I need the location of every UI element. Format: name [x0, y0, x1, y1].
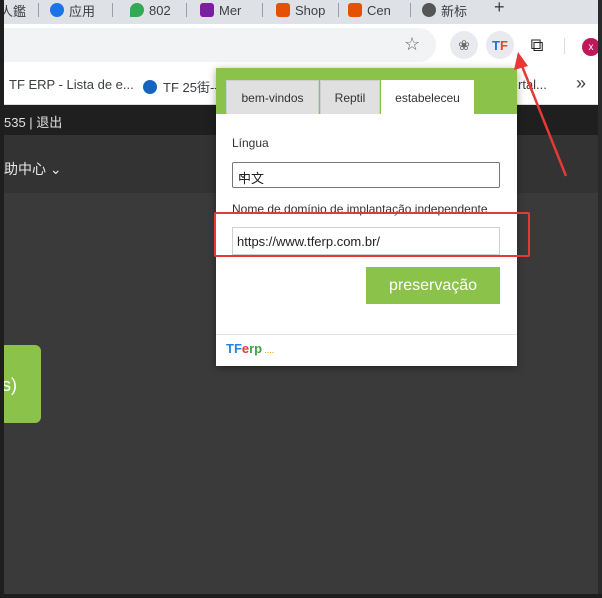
- maps-pin-icon: [130, 3, 144, 17]
- bookmarks-overflow-button[interactable]: »: [576, 73, 586, 94]
- domain-input[interactable]: [232, 227, 500, 255]
- window-frame-right: [598, 0, 602, 598]
- bookmark-label: rtal...: [518, 77, 547, 92]
- help-center-menu[interactable]: 助中心 ⌄: [4, 159, 62, 179]
- save-button-label: preservação: [388, 276, 478, 294]
- window-frame-left: [0, 0, 4, 598]
- bookmark-label: TF 25街--: [163, 80, 219, 95]
- toolbar-separator: [564, 38, 565, 54]
- tab-label: Reptil: [334, 90, 366, 105]
- browser-tab[interactable]: 应用: [50, 0, 104, 20]
- plus-icon: +: [494, 0, 505, 17]
- tab-label: bem-vindos: [241, 90, 304, 105]
- bookmark-favicon-icon: [143, 79, 157, 94]
- tab-reptile[interactable]: Reptil: [320, 80, 380, 114]
- popup-divider: [216, 334, 517, 335]
- address-bar[interactable]: [0, 28, 436, 62]
- tab-separator: [262, 3, 263, 17]
- green-card[interactable]: s): [0, 345, 41, 423]
- github-icon: [422, 3, 436, 17]
- tab-label: Cen: [367, 2, 391, 18]
- extension-popup: bem-vindos Reptil estabeleceu Língua 中文 …: [216, 68, 517, 366]
- logo-tf: TF: [226, 341, 242, 356]
- domain-label: Nome de domínio de implantação independe…: [232, 202, 488, 216]
- tab-separator: [112, 3, 113, 17]
- tab-label: 802: [149, 2, 171, 18]
- new-tab-button[interactable]: +: [494, 0, 510, 17]
- popup-tabs-bar: bem-vindos Reptil estabeleceu: [216, 68, 517, 114]
- language-label: Língua: [232, 136, 269, 150]
- shop-favicon-icon: [348, 3, 362, 17]
- bookmark-item[interactable]: rtal...: [518, 77, 547, 92]
- shop-favicon-icon: [276, 3, 290, 17]
- logo-dots: ....: [264, 345, 275, 355]
- browser-tab[interactable]: Shop: [276, 0, 330, 20]
- tf-logo-f: F: [500, 37, 508, 53]
- browser-tab[interactable]: Cen: [348, 0, 398, 20]
- browser-tab[interactable]: 802: [130, 0, 176, 20]
- avatar-letter: x: [588, 41, 594, 53]
- logo-rp: rp: [249, 341, 263, 356]
- tab-label: 应用: [69, 3, 96, 19]
- tab-favicon-icon: [50, 3, 64, 17]
- tab-welcome[interactable]: bem-vindos: [226, 80, 319, 114]
- tf-logo-t: T: [492, 37, 500, 53]
- tferp-extension-button[interactable]: TF: [486, 31, 514, 59]
- bookmark-star-icon[interactable]: ☆: [404, 34, 420, 54]
- puzzle-icon: ⧉: [530, 34, 544, 55]
- bookmark-item[interactable]: TF ERP - Lista de e...: [0, 77, 134, 92]
- save-button[interactable]: preservação: [366, 267, 500, 304]
- chevron-down-icon: ⌄: [238, 167, 249, 181]
- tab-settings[interactable]: estabeleceu: [381, 80, 474, 114]
- tab-separator: [38, 3, 39, 17]
- browser-tab[interactable]: 新标: [422, 0, 472, 20]
- extension-icon[interactable]: ❀: [450, 31, 478, 59]
- tab-label: 新标: [441, 3, 468, 19]
- tab-label: Shop: [295, 2, 326, 18]
- user-info-logout[interactable]: 535 | 退出: [4, 112, 62, 131]
- flower-icon: ❀: [458, 36, 470, 53]
- bookmark-item[interactable]: TF 25街--: [143, 77, 219, 96]
- language-select[interactable]: 中文 ⌄: [232, 162, 500, 188]
- browser-tab[interactable]: 人鑑: [0, 0, 28, 20]
- browser-tab[interactable]: Mer: [200, 0, 252, 20]
- card-text: s): [2, 375, 17, 395]
- tab-separator: [410, 3, 411, 17]
- tab-separator: [186, 3, 187, 17]
- window-frame-bottom: [0, 594, 602, 598]
- tferp-logo: TFerp....: [226, 341, 274, 356]
- chevron-double-right-icon: »: [576, 73, 587, 93]
- tab-label: estabeleceu: [395, 90, 460, 105]
- tab-label: Mer: [219, 2, 242, 18]
- bookmark-label: TF ERP - Lista de e...: [9, 77, 134, 92]
- extensions-puzzle-button[interactable]: ⧉: [523, 31, 551, 59]
- browser-tab-strip: 人鑑 应用 802 Mer Shop Cen 新标 +: [0, 0, 602, 24]
- tab-favicon-icon: [200, 3, 214, 17]
- tab-separator: [338, 3, 339, 17]
